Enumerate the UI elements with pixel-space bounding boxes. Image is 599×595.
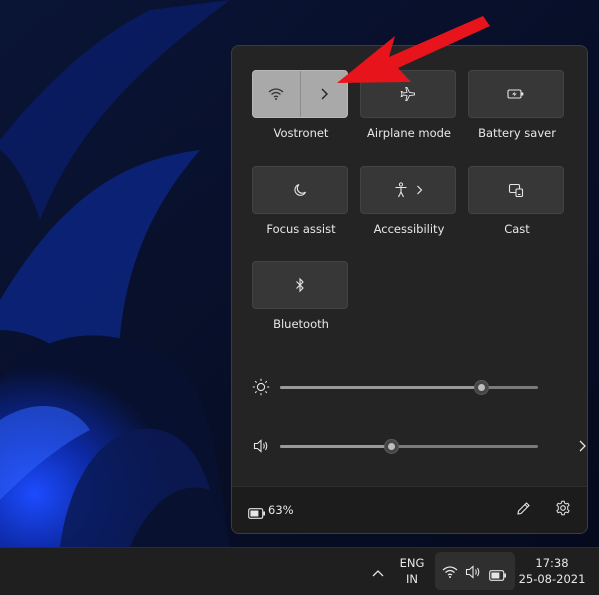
brightness-slider-fill — [280, 386, 482, 389]
accessibility-button[interactable] — [360, 166, 456, 214]
airplane-icon — [400, 86, 416, 102]
battery-percentage[interactable]: 63% — [268, 503, 294, 517]
chevron-right-icon — [416, 185, 423, 195]
brightness-slider-thumb[interactable] — [474, 380, 490, 395]
moon-icon — [293, 183, 307, 197]
tile-label: Accessibility — [373, 222, 445, 236]
wifi-toggle — [252, 70, 348, 118]
tile-label: Focus assist — [266, 222, 336, 236]
battery-icon — [489, 566, 507, 585]
accessibility-icon — [394, 182, 408, 198]
input-language-indicator[interactable]: ENG IN — [396, 556, 428, 588]
wifi-networks-button[interactable] — [301, 71, 348, 117]
volume-slider-track[interactable] — [280, 439, 538, 454]
pencil-icon — [516, 501, 531, 520]
cast-button[interactable] — [468, 166, 564, 214]
chevron-right-icon — [320, 88, 328, 100]
battery-saver-icon — [507, 88, 525, 100]
brightness-row — [250, 377, 570, 397]
wifi-icon — [268, 87, 284, 101]
chevron-right-icon — [578, 437, 586, 456]
tile-label: Vostronet — [273, 126, 329, 140]
gear-icon — [555, 500, 571, 520]
bluetooth-icon — [295, 277, 305, 293]
quick-settings-panel: Vostronet Airplane mode Battery saver Fo… — [231, 45, 588, 534]
brightness-slider-track[interactable] — [280, 380, 538, 395]
wifi-icon — [442, 564, 458, 583]
tile-label: Cast — [504, 222, 530, 236]
volume-output-button[interactable] — [574, 436, 587, 456]
clock-date: 25-08-2021 — [518, 572, 586, 586]
clock[interactable]: 17:38 25-08-2021 — [518, 556, 586, 588]
sun-icon — [250, 377, 272, 397]
taskbar: ENG IN 17:38 25-08-2021 — [0, 547, 599, 595]
speaker-icon — [465, 564, 481, 583]
tile-label: Bluetooth — [273, 317, 329, 331]
volume-slider-fill — [280, 445, 391, 448]
bluetooth-button[interactable] — [252, 261, 348, 309]
volume-row — [250, 436, 586, 456]
airplane-mode-button[interactable] — [360, 70, 456, 118]
chevron-up-icon — [372, 562, 384, 581]
battery-icon — [248, 504, 266, 523]
quick-settings-footer: 63% — [232, 486, 587, 533]
show-hidden-icons-button[interactable] — [368, 560, 388, 582]
speaker-icon[interactable] — [250, 436, 272, 456]
tile-label: Airplane mode — [367, 126, 451, 140]
settings-button[interactable] — [554, 500, 572, 520]
edit-quick-settings-button[interactable] — [514, 501, 532, 519]
tile-label: Battery saver — [478, 126, 556, 140]
battery-saver-button[interactable] — [468, 70, 564, 118]
wifi-toggle-button[interactable] — [253, 71, 300, 117]
focus-assist-button[interactable] — [252, 166, 348, 214]
language-code: ENG — [399, 556, 425, 570]
cast-icon — [508, 183, 524, 198]
language-region: IN — [406, 572, 418, 586]
system-tray-quick-settings-button[interactable] — [435, 552, 515, 590]
volume-slider-thumb[interactable] — [383, 439, 399, 454]
clock-time: 17:38 — [535, 556, 569, 570]
